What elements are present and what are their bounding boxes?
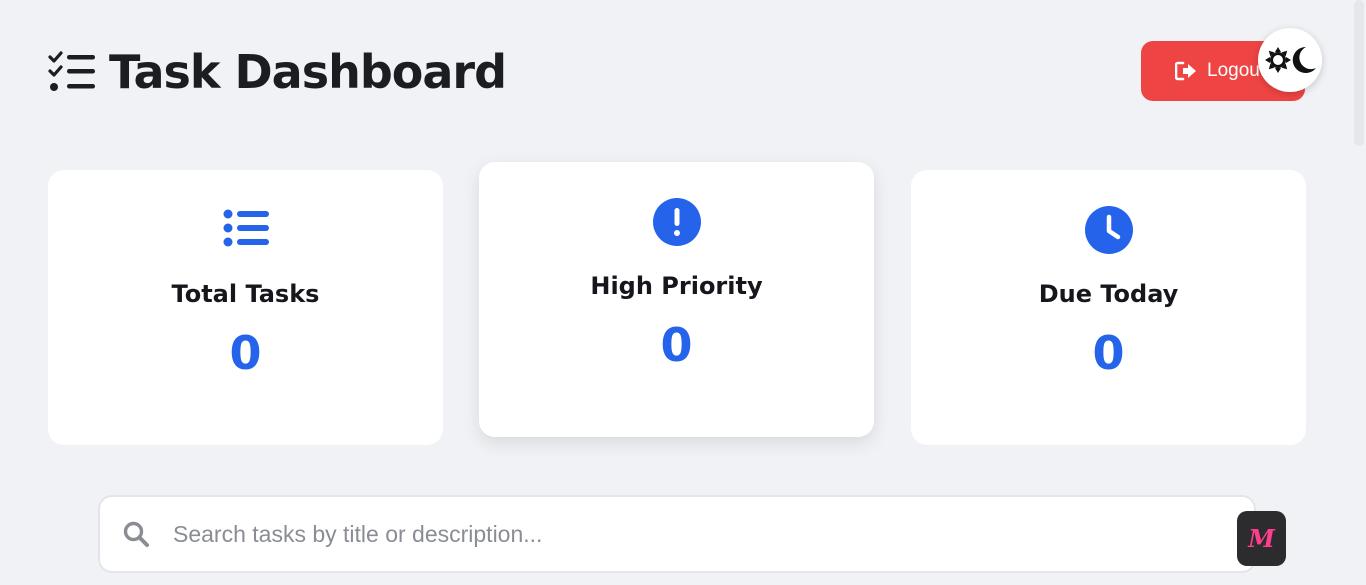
stat-value: 0	[229, 326, 262, 380]
stat-label: Due Today	[1038, 280, 1179, 308]
page-title-text: Task Dashboard	[109, 45, 507, 99]
scrollbar-thumb[interactable]	[1354, 0, 1364, 146]
stat-value: 0	[1092, 326, 1125, 380]
m-badge-label: M	[1248, 524, 1275, 553]
stat-label: Total Tasks	[171, 280, 320, 308]
stat-card-high-priority: High Priority 0	[479, 162, 874, 437]
sign-out-icon	[1175, 61, 1196, 81]
stat-value: 0	[660, 318, 693, 372]
moon-icon	[1292, 46, 1316, 73]
logout-label: Logout	[1207, 60, 1266, 81]
search-input[interactable]	[171, 519, 1254, 549]
tasks-list-icon	[48, 51, 95, 91]
sun-icon	[1265, 47, 1291, 73]
dashboard-page: Task Dashboard Logout Total Tasks 0 High…	[0, 0, 1366, 585]
page-title: Task Dashboard	[48, 40, 507, 104]
exclamation-circle-icon	[652, 198, 701, 246]
search-icon	[123, 521, 149, 547]
list-icon	[223, 209, 269, 247]
m-badge-button[interactable]: M	[1237, 511, 1286, 566]
theme-toggle-button[interactable]	[1258, 28, 1322, 92]
search-box	[98, 495, 1256, 573]
stat-card-total-tasks: Total Tasks 0	[48, 170, 443, 445]
stat-label: High Priority	[590, 272, 763, 300]
stat-card-due-today: Due Today 0	[911, 170, 1306, 445]
sun-moon-icon	[1265, 46, 1316, 73]
clock-icon	[1084, 206, 1133, 254]
